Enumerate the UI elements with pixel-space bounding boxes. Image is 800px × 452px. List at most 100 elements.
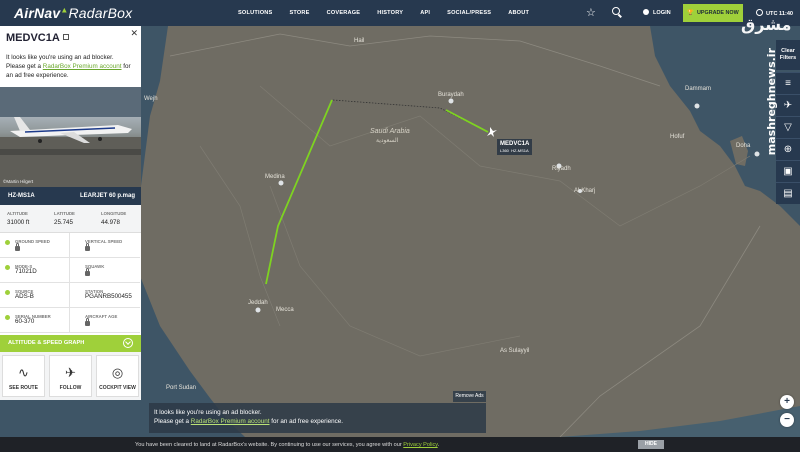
nav-api[interactable]: API: [420, 10, 430, 16]
list-icon[interactable]: ▤: [776, 182, 800, 204]
see-route-button[interactable]: ∿ SEE ROUTE: [2, 355, 45, 397]
altitude-label: ALTITUDE: [7, 211, 28, 216]
airport-icon[interactable]: ⊕: [776, 138, 800, 160]
follow-button[interactable]: ✈ FOLLOW: [49, 355, 92, 397]
zoom-in-button[interactable]: +: [780, 395, 794, 409]
zoom-out-button[interactable]: −: [780, 413, 794, 427]
cockpit-view-button[interactable]: ◎ COCKPIT VIEW: [96, 355, 139, 397]
user-icon: [643, 9, 649, 15]
close-icon[interactable]: ✕: [130, 28, 138, 39]
latitude-cell: LATITUDE 25.745: [54, 211, 75, 226]
login-button[interactable]: LOGIN: [643, 9, 671, 16]
external-link-icon[interactable]: [62, 34, 69, 40]
source-value: ADS-B: [15, 293, 34, 300]
photo-credit: ©Martin Hilgert: [3, 179, 34, 184]
watermark-url: mashreghnews.ir: [765, 48, 778, 156]
follow-label: FOLLOW: [59, 385, 82, 391]
airnav-logo[interactable]: AirNav▲RadarBox: [14, 5, 132, 21]
see-route-label: SEE ROUTE: [9, 385, 38, 391]
panel-callsign: MEDVC1A: [6, 32, 69, 44]
latitude-label: LATITUDE: [54, 211, 75, 216]
airplane-filter-icon[interactable]: ✈: [776, 94, 800, 116]
longitude-value: 44.978: [101, 219, 120, 226]
registration: HZ-MS1A: [8, 193, 35, 199]
clear-filters-button[interactable]: Clear Filters: [776, 40, 800, 70]
ad-banner-line1: It looks like you're using an ad blocker…: [154, 409, 262, 416]
lock-icon: [85, 243, 90, 251]
logo-main: AirNav: [14, 5, 61, 21]
route-icon: ∿: [18, 365, 29, 380]
aircraft-tag-reg: HZ-MS1A: [511, 148, 529, 153]
altitude-value: 31000 ft: [7, 219, 30, 226]
trophy-icon: 🏆: [687, 10, 695, 16]
map-label-jeddah: Jeddah: [248, 300, 268, 306]
login-label: LOGIN: [653, 10, 671, 16]
privacy-policy-link[interactable]: Privacy Policy: [403, 442, 437, 448]
map-label-hail: Hail: [354, 38, 365, 44]
aircraft-age-label: AIRCRAFT AGE: [85, 314, 118, 319]
lock-icon: [85, 318, 90, 326]
airplane-icon: ✈: [65, 365, 76, 380]
aircraft-type: LEARJET 60 p.mag: [79, 193, 135, 199]
ad-banner-post: for an ad free experience.: [269, 418, 344, 425]
nav-store[interactable]: STORE: [289, 10, 309, 16]
panel-premium-link[interactable]: RadarBox Premium account: [43, 63, 122, 70]
aircraft-tag-callsign: MEDVC1A: [500, 141, 530, 147]
map-tools: ≡ ✈ ▽ ⊕ ▣ ▤: [776, 72, 800, 204]
map-label-saudi-arabia: Saudi Arabia: [370, 128, 410, 135]
position-row: ALTITUDE 31000 ft LATITUDE 25.745 LONGITUD…: [0, 205, 141, 233]
ground-speed-label: GROUND SPEED: [15, 239, 50, 244]
nav-coverage[interactable]: COVERAGE: [327, 10, 361, 16]
altitude-speed-graph-toggle[interactable]: ALTITUDE & SPEED GRAPH: [0, 335, 141, 352]
status-dot: [5, 315, 10, 320]
upgrade-now-button[interactable]: 🏆 UPGRADE NOW: [683, 4, 743, 22]
source-cell: SOURCE ADS-B: [0, 283, 70, 308]
main-nav: SOLUTIONS STORE COVERAGE HISTORY API SOC…: [238, 10, 546, 16]
longitude-cell: LONGITUDE 44.978: [101, 211, 126, 226]
serial-value: 60-370: [15, 318, 35, 325]
filter-icon[interactable]: ▽: [776, 116, 800, 138]
map-label-al-kharj: Al-Kharj: [574, 188, 596, 194]
hide-cookie-button[interactable]: HIDE: [638, 440, 664, 449]
logo-sub: RadarBox: [68, 5, 133, 21]
star-icon[interactable]: ☆: [586, 6, 596, 19]
upgrade-label: UPGRADE NOW: [697, 10, 739, 16]
ad-banner-pre: Please get a: [154, 418, 191, 425]
mode-s-cell: MODE-S 71021D: [0, 258, 70, 283]
ad-blocker-banner: It looks like you're using an ad blocker…: [149, 403, 486, 433]
aircraft-tag[interactable]: MEDVC1A L360 HZ-MS1A: [497, 139, 533, 155]
weather-icon[interactable]: ▣: [776, 160, 800, 182]
station-cell: STATION PGANRB500455: [70, 283, 140, 308]
map-label-riyadh: Riyadh: [552, 166, 571, 172]
panel-ad-pre: Please get a: [6, 63, 43, 70]
cockpit-view-label: COCKPIT VIEW: [99, 385, 136, 391]
map-label-mecca: Mecca: [276, 307, 294, 313]
map-label-saudi-arabia-ar: السعودية: [376, 137, 399, 144]
serial-cell: SERIAL NUMBER 60-370: [0, 308, 70, 333]
altitude-speed-graph-label: ALTITUDE & SPEED GRAPH: [8, 340, 85, 346]
watermark-logo: مشرق: [741, 15, 792, 34]
nav-history[interactable]: HISTORY: [377, 10, 403, 16]
panel-ad-line1: It looks like you're using an ad blocker…: [6, 54, 114, 61]
layers-icon[interactable]: ≡: [776, 72, 800, 94]
vertical-speed-cell: VERTICAL SPEED: [70, 233, 140, 258]
nav-solutions[interactable]: SOLUTIONS: [238, 10, 272, 16]
map-label-medina: Medina: [265, 174, 285, 180]
nav-social-press[interactable]: SOCIAL/PRESS: [447, 10, 491, 16]
search-icon[interactable]: [612, 7, 620, 15]
nav-about[interactable]: ABOUT: [508, 10, 529, 16]
status-dot: [5, 290, 10, 295]
remove-ads-button[interactable]: Remove Ads: [453, 391, 486, 402]
aircraft-photo[interactable]: ©Martin Hilgert: [0, 87, 141, 187]
aircraft-tag-type: L360: [500, 148, 509, 153]
status-dot: [5, 240, 10, 245]
map-label-dammam: Dammam: [685, 86, 712, 92]
flight-info-panel: ✕ MEDVC1A It looks like you're using an …: [0, 26, 141, 400]
top-navbar: AirNav▲RadarBox SOLUTIONS STORE COVERAGE…: [0, 0, 800, 26]
map-label-as-sulayyil: As Sulayyil: [500, 348, 530, 354]
map-label-wejh: Wejh: [144, 96, 158, 102]
cookie-bar: You have been cleared to land at RadarBo…: [0, 437, 800, 452]
aircraft-bar: HZ-MS1A LEARJET 60 p.mag: [0, 187, 141, 205]
ad-banner-premium-link[interactable]: RadarBox Premium account: [191, 418, 270, 425]
steering-icon: ◎: [111, 365, 124, 380]
